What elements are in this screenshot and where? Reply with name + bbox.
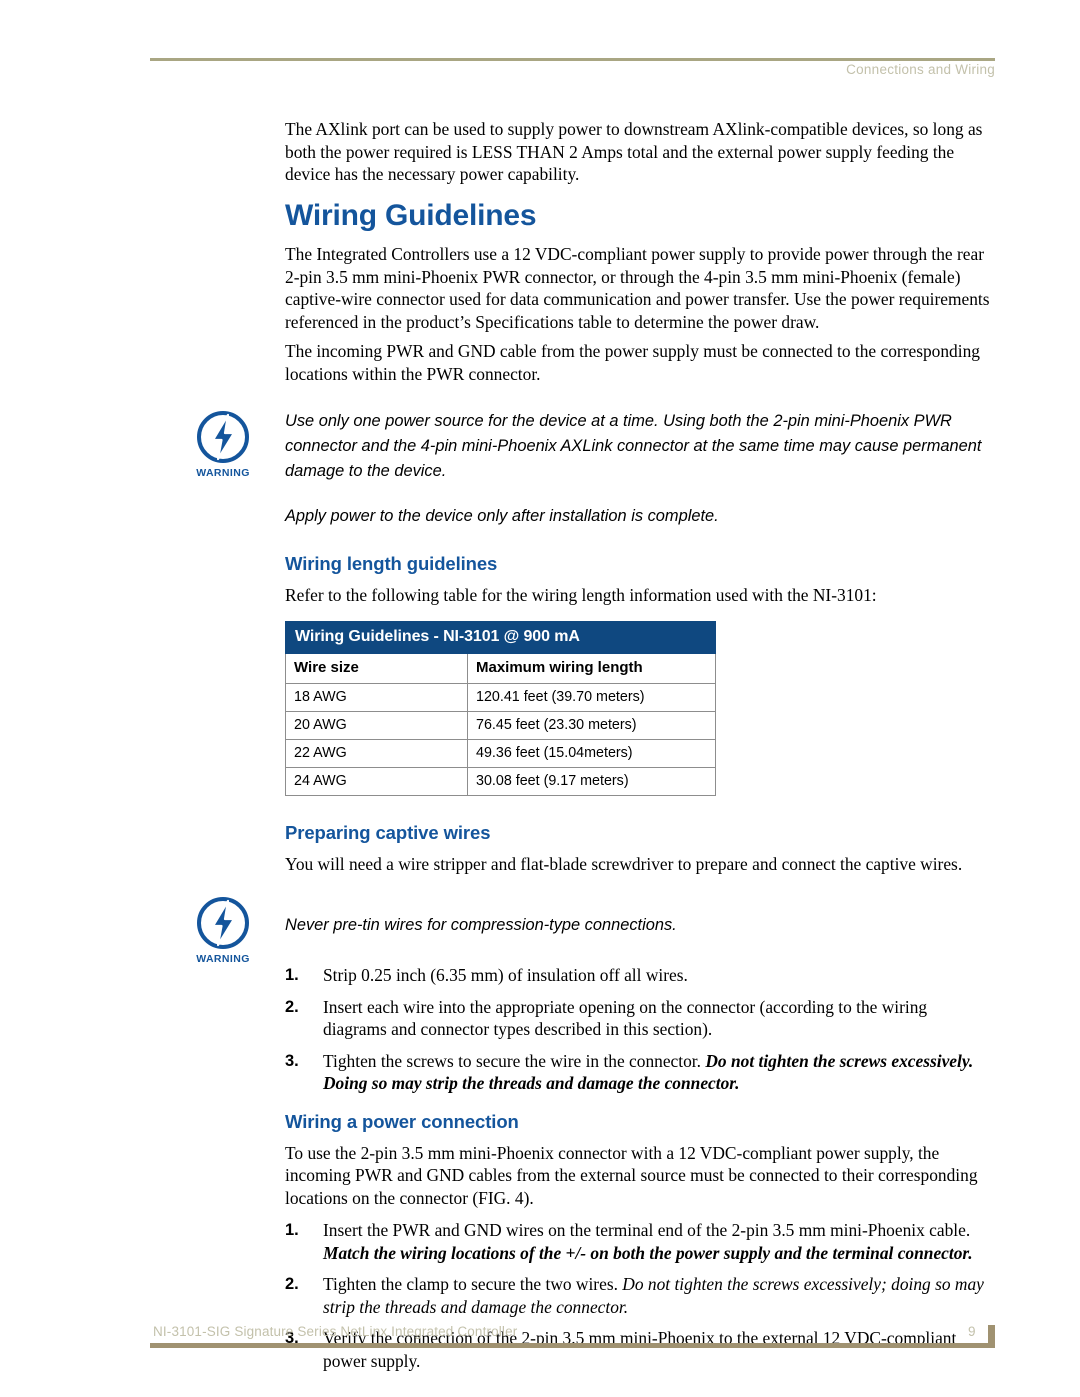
- cell-max-length: 30.08 feet (9.17 meters): [466, 766, 717, 796]
- table-row: 22 AWG 49.36 feet (15.04meters): [285, 738, 717, 768]
- cell-wire-size: 18 AWG: [285, 682, 468, 712]
- warning-label: WARNING: [196, 953, 250, 965]
- table-caption: Wiring Guidelines - NI-3101 @ 900 mA: [284, 620, 717, 654]
- warning-icon-group: WARNING: [177, 895, 269, 965]
- step-text: Strip 0.25 inch (6.35 mm) of insulation …: [323, 965, 688, 985]
- step-number: 2.: [285, 1275, 299, 1293]
- table-row: 18 AWG 120.41 feet (39.70 meters): [285, 682, 717, 712]
- header-rule: [150, 58, 995, 61]
- list-item: 3. Tighten the screws to secure the wire …: [285, 1050, 993, 1095]
- table-header-row: Wire size Maximum wiring length: [285, 652, 717, 684]
- cell-wire-size: 22 AWG: [285, 738, 468, 768]
- step-number: 1.: [285, 1221, 299, 1239]
- preparing-intro: You will need a wire stripper and flat-b…: [285, 853, 963, 874]
- page-content: The AXlink port can be used to supply po…: [196, 118, 993, 1381]
- intro-paragraph: The AXlink port can be used to supply po…: [285, 119, 983, 184]
- warning-text-3: Never pre-tin wires for compression-type…: [285, 916, 677, 934]
- power-steps-list: 1. Insert the PWR and GND wires on the te…: [285, 1219, 993, 1372]
- wiring-length-intro: Refer to the following table for the wir…: [285, 585, 877, 605]
- document-page: Connections and Wiring The AXlink port c…: [0, 0, 1080, 1397]
- section-paragraph-2: The incoming PWR and GND cable from the …: [285, 341, 980, 384]
- warning-text-2: Apply power to the device only after ins…: [285, 507, 719, 525]
- step-number: 1.: [285, 966, 299, 984]
- footer-rule: [150, 1343, 995, 1348]
- table-row: 20 AWG 76.45 feet (23.30 meters): [285, 710, 717, 740]
- cell-wire-size: 20 AWG: [285, 710, 468, 740]
- running-head: Connections and Wiring: [846, 62, 995, 77]
- footer-document-title: NI-3101-SIG Signature Series NetLinx Int…: [153, 1324, 518, 1339]
- cell-max-length: 76.45 feet (23.30 meters): [466, 710, 717, 740]
- warning-block-1: WARNING Use only one power source for th…: [196, 409, 993, 529]
- warning-block-2: WARNING Never pre-tin wires for compress…: [196, 897, 993, 965]
- list-item: 2. Tighten the clamp to secure the two wi…: [285, 1273, 993, 1318]
- section-paragraph-1: The Integrated Controllers use a 12 VDC-…: [285, 244, 990, 332]
- lightning-bolt-warning-icon: [197, 411, 249, 463]
- heading-wiring-length-guidelines: Wiring length guidelines: [285, 553, 498, 574]
- cell-max-length: 49.36 feet (15.04meters): [466, 738, 717, 768]
- table-caption-row: Wiring Guidelines - NI-3101 @ 900 mA: [284, 620, 717, 654]
- list-item: 2. Insert each wire into the appropriate …: [285, 996, 993, 1041]
- footer-tab-marker: [988, 1325, 995, 1348]
- step-text: Tighten the clamp to secure the two wire…: [323, 1274, 623, 1294]
- column-header-max-length: Maximum wiring length: [466, 652, 717, 684]
- step-text: Insert each wire into the appropriate op…: [323, 996, 928, 1040]
- list-item: 1. Insert the PWR and GND wires on the te…: [285, 1219, 993, 1264]
- cell-wire-size: 24 AWG: [285, 766, 468, 796]
- step-text: Insert the PWR and GND wires on the term…: [323, 1220, 971, 1240]
- column-header-wire-size: Wire size: [285, 652, 468, 684]
- lightning-bolt-warning-icon: [197, 897, 249, 949]
- step-emphasis: Match the wiring locations of the +/- on…: [323, 1242, 973, 1263]
- cell-max-length: 120.41 feet (39.70 meters): [466, 682, 717, 712]
- heading-preparing-captive-wires: Preparing captive wires: [285, 821, 491, 843]
- warning-text-1: Use only one power source for the device…: [285, 412, 982, 480]
- power-connection-intro: To use the 2-pin 3.5 mm mini-Phoenix con…: [285, 1142, 978, 1208]
- page-title: Wiring Guidelines: [285, 198, 537, 232]
- prep-steps-list: 1. Strip 0.25 inch (6.35 mm) of insulatio…: [285, 964, 993, 1095]
- step-text: Tighten the screws to secure the wire in…: [323, 1050, 706, 1071]
- step-number: 3.: [285, 1051, 299, 1070]
- table-row: 24 AWG 30.08 feet (9.17 meters): [285, 766, 717, 796]
- wiring-guidelines-table: Wiring Guidelines - NI-3101 @ 900 mA Wir…: [284, 620, 717, 796]
- heading-wiring-a-power-connection: Wiring a power connection: [285, 1110, 519, 1132]
- warning-label: WARNING: [196, 467, 250, 479]
- footer-page-number: 9: [968, 1324, 976, 1339]
- list-item: 1. Strip 0.25 inch (6.35 mm) of insulatio…: [285, 964, 993, 987]
- step-number: 2.: [285, 997, 299, 1016]
- warning-icon-group: WARNING: [177, 409, 269, 479]
